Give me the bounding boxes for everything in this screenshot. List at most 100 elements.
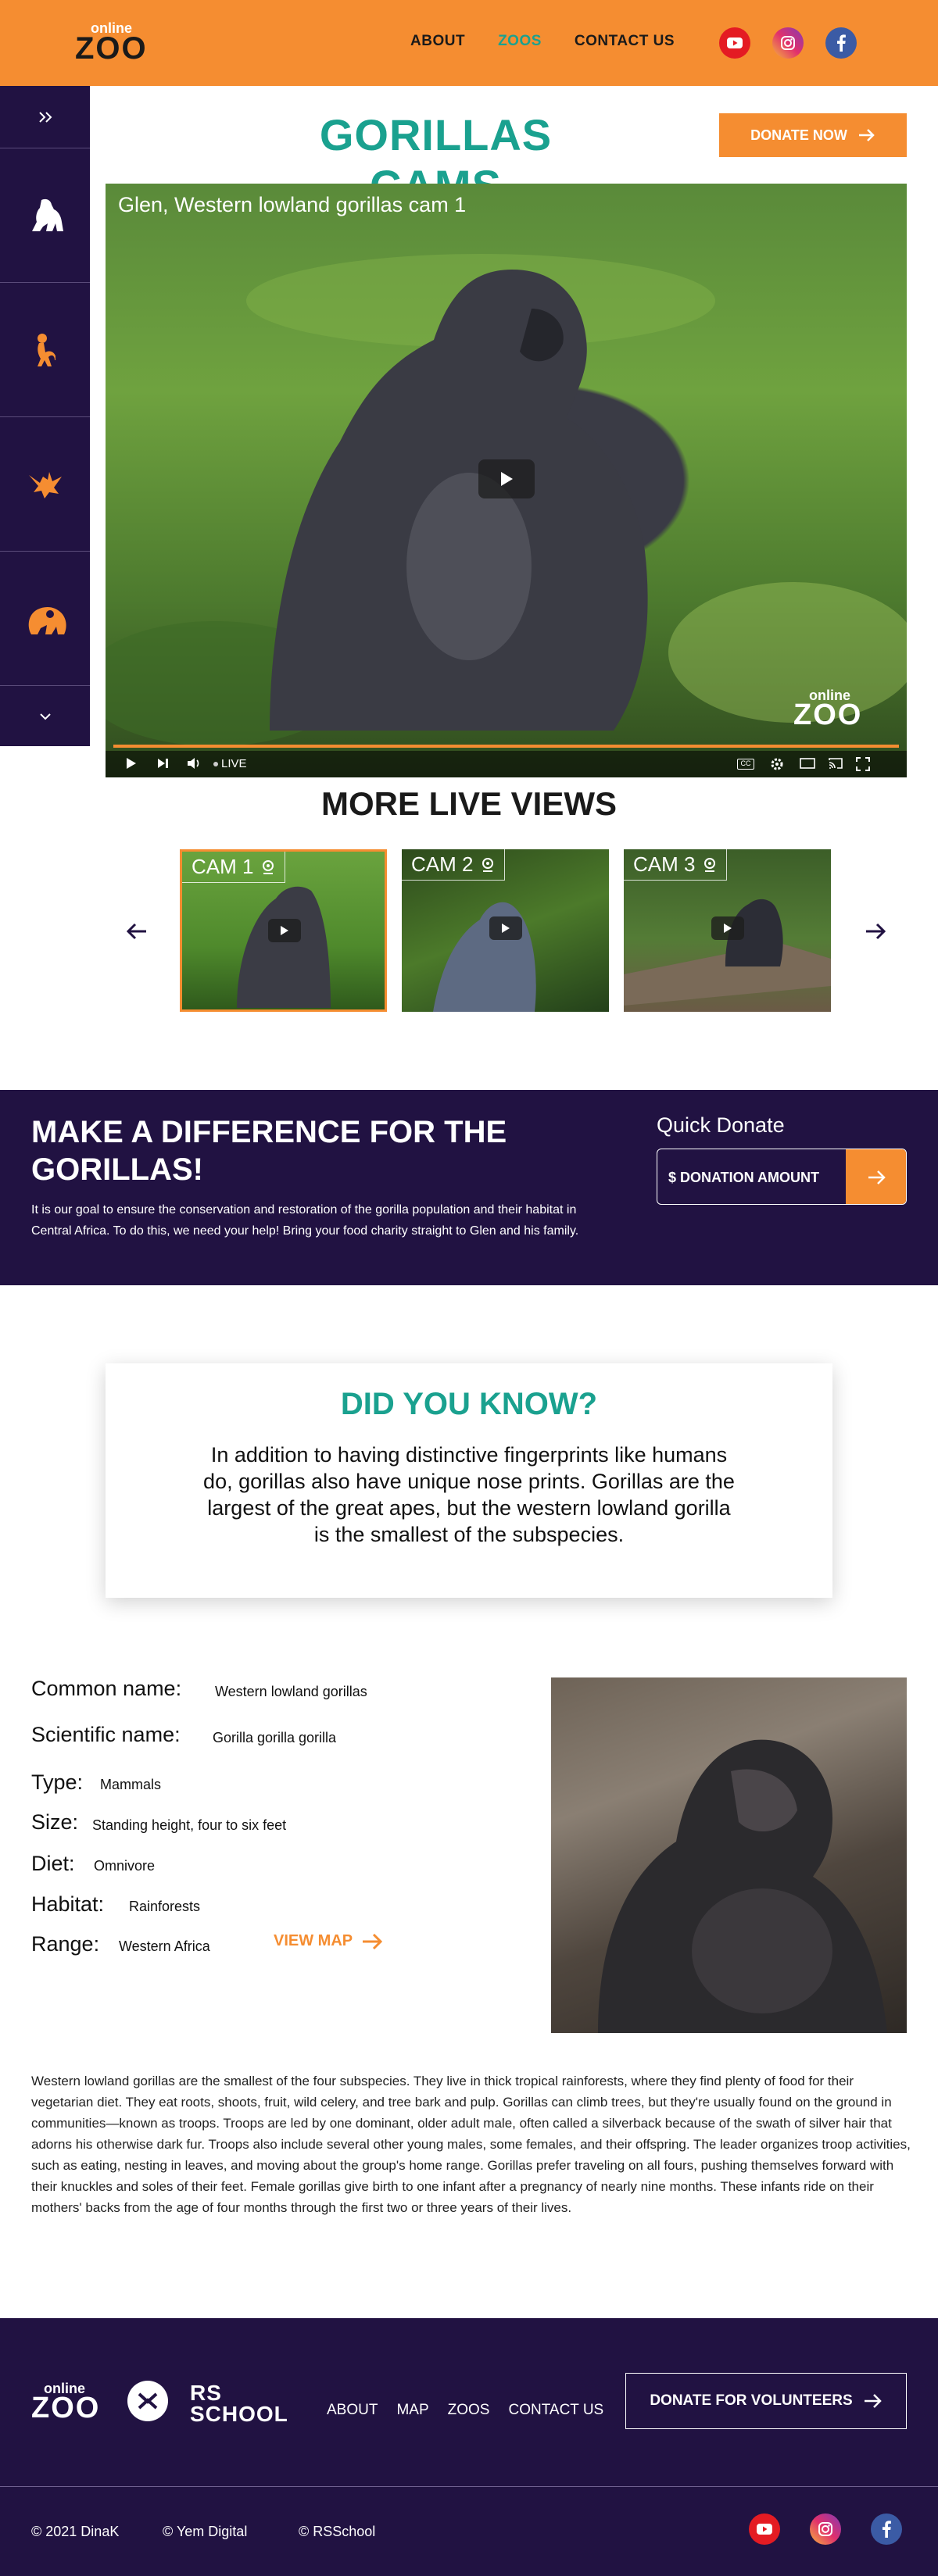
fact-value-scientific-name: Gorilla gorilla gorilla	[213, 1730, 337, 1745]
carousel-next-button[interactable]	[860, 916, 891, 947]
did-you-know-text: In addition to having distinctive finger…	[203, 1443, 735, 1546]
did-you-know-card: DID YOU KNOW? In addition to having dist…	[106, 1363, 832, 1598]
footer-nav-contact-us[interactable]: CONTACT US	[508, 2402, 603, 2419]
difference-title: MAKE A DIFFERENCE FOR THE GORILLAS!	[31, 1115, 507, 1187]
fact-label-range: Range:	[31, 1932, 100, 1956]
volume-icon[interactable]	[187, 757, 201, 770]
fact-label-size: Size:	[31, 1810, 79, 1834]
sidebar-collapse-button[interactable]	[0, 686, 90, 746]
sidebar-item-panda[interactable]	[0, 552, 90, 686]
arrow-right-icon	[866, 923, 886, 940]
instagram-icon[interactable]	[810, 2513, 841, 2545]
header-social	[719, 27, 857, 59]
gorilla-portrait-photo	[551, 1677, 907, 2033]
carousel-prev-button[interactable]	[121, 916, 152, 947]
footer-nav-about[interactable]: ABOUT	[327, 2402, 378, 2419]
video-controls: LIVE CC	[106, 751, 907, 777]
webcam-icon	[704, 857, 716, 872]
youtube-icon[interactable]	[719, 27, 750, 59]
video-progress-bar[interactable]	[113, 745, 899, 748]
cam-1-label: CAM 1	[182, 852, 286, 883]
more-live-views-title: MORE LIVE VIEWS	[320, 785, 618, 822]
copyright-dinak: © 2021 DinaK	[31, 2524, 120, 2539]
watermark-zoo-text: ZOO	[793, 698, 863, 731]
sidebar-item-monkey[interactable]	[0, 283, 90, 417]
cam-2-label: CAM 2	[402, 849, 506, 881]
cam-3-play-button[interactable]	[711, 916, 744, 940]
gorilla-description: Western lowland gorillas are the smalles…	[31, 2074, 911, 2215]
nav-contact-us[interactable]: CONTACT US	[575, 33, 675, 50]
fact-label-common-name: Common name:	[31, 1677, 182, 1700]
rs-school-logo[interactable]: RS SCHOOL	[190, 2382, 299, 2425]
nav-about[interactable]: ABOUT	[410, 33, 465, 50]
live-indicator-dot	[213, 762, 218, 766]
footer-nav: ABOUT MAP ZOOS CONTACT US	[327, 2402, 603, 2419]
site-header: online ZOO ABOUT ZOOS CONTACT US	[0, 0, 938, 86]
donate-now-button[interactable]: DONATE NOW	[719, 113, 907, 157]
cam-1-text: CAM 1	[192, 855, 254, 878]
donate-now-label: DONATE NOW	[750, 127, 847, 143]
sidebar-item-gorilla[interactable]	[0, 148, 90, 283]
fact-value-range: Western Africa	[119, 1938, 210, 1954]
arrow-right-icon	[858, 129, 875, 141]
logo[interactable]: online ZOO	[75, 20, 161, 67]
footer-social	[749, 2513, 902, 2545]
play-control-icon[interactable]	[126, 757, 137, 770]
gorilla-portrait-image	[598, 1739, 887, 2033]
yem-digital-icon	[138, 2392, 158, 2410]
copyright-yem-digital: © Yem Digital	[163, 2524, 248, 2539]
nav-zoos[interactable]: ZOOS	[498, 33, 542, 50]
arrow-left-icon	[127, 923, 146, 940]
quick-donate-submit-button[interactable]	[846, 1149, 906, 1204]
site-footer: online ZOO RS SCHOOL ABOUT MAP ZOOS CONT…	[0, 2318, 938, 2576]
quick-donate-label: Quick Donate	[657, 1113, 785, 1137]
play-icon	[281, 926, 288, 935]
play-icon	[724, 924, 732, 933]
footer-logo[interactable]: online ZOO	[31, 2381, 109, 2428]
fact-value-size: Standing height, four to six feet	[92, 1817, 287, 1833]
view-map-label: VIEW MAP	[274, 1932, 353, 1949]
footer-nav-zoos[interactable]: ZOOS	[448, 2402, 490, 2419]
partner-logo-icon[interactable]	[127, 2381, 168, 2421]
cam-1-play-button[interactable]	[268, 919, 301, 942]
cast-icon[interactable]	[828, 757, 843, 770]
cam-thumb-2[interactable]: CAM 2	[402, 849, 609, 1012]
cam-2-text: CAM 2	[411, 852, 474, 876]
donate-for-volunteers-label: DONATE FOR VOLUNTEERS	[650, 2392, 853, 2409]
cam-thumb-3[interactable]: CAM 3	[624, 849, 831, 1012]
fact-value-habitat: Rainforests	[129, 1899, 201, 1914]
cam-thumb-1[interactable]: CAM 1	[180, 849, 387, 1012]
sidebar-expand-button[interactable]	[0, 86, 90, 148]
webcam-icon	[263, 859, 274, 874]
quick-donate-form: $ DONATION AMOUNT	[657, 1149, 907, 1205]
cam-3-label: CAM 3	[624, 849, 728, 881]
donate-for-volunteers-button[interactable]: DONATE FOR VOLUNTEERS	[625, 2373, 907, 2429]
facebook-icon[interactable]	[825, 27, 857, 59]
settings-icon[interactable]	[770, 757, 784, 771]
play-icon	[502, 924, 510, 933]
did-you-know-title: DID YOU KNOW?	[340, 1387, 598, 1421]
youtube-icon[interactable]	[749, 2513, 780, 2545]
sidebar-item-eagle[interactable]	[0, 417, 90, 552]
instagram-icon[interactable]	[772, 27, 804, 59]
gorilla-icon	[31, 198, 63, 231]
chevron-down-icon	[39, 713, 51, 720]
cam-3-text: CAM 3	[633, 852, 696, 876]
donation-amount-input[interactable]: $ DONATION AMOUNT	[657, 1149, 845, 1204]
main-video-player[interactable]: Glen, Western lowland gorillas cam 1 onl…	[106, 184, 907, 777]
cam-2-play-button[interactable]	[489, 916, 522, 940]
fact-value-type: Mammals	[100, 1777, 162, 1792]
animal-sidebar	[0, 86, 90, 746]
next-icon[interactable]	[157, 757, 170, 770]
arrow-right-icon	[868, 1170, 886, 1184]
captions-icon[interactable]: CC	[737, 759, 754, 770]
fullscreen-icon[interactable]	[856, 757, 870, 771]
footer-nav-map[interactable]: MAP	[396, 2402, 428, 2419]
play-button[interactable]	[478, 459, 535, 498]
difference-text: It is our goal to ensure the conservatio…	[31, 1203, 579, 1238]
video-watermark-logo: online ZOO	[793, 688, 879, 734]
miniplayer-icon[interactable]	[800, 757, 815, 770]
facebook-icon[interactable]	[871, 2513, 902, 2545]
copyright-rsschool: © RSSchool	[299, 2524, 376, 2539]
view-map-link[interactable]: VIEW MAP	[274, 1932, 383, 1950]
